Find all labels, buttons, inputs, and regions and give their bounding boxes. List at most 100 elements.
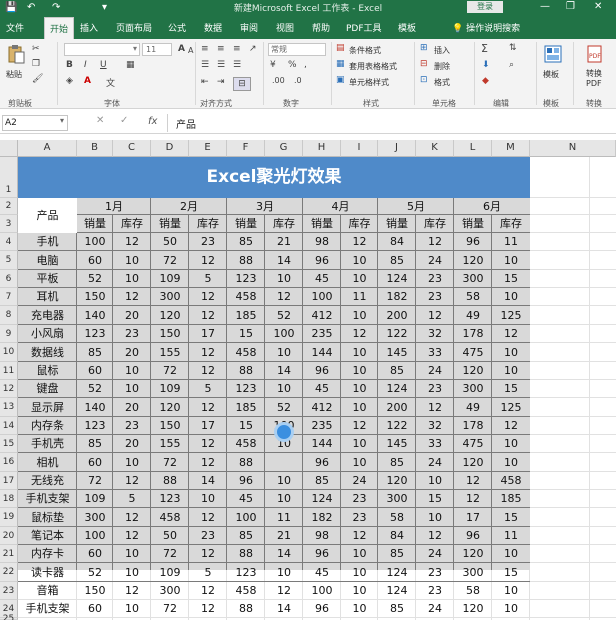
- column-header-H[interactable]: H: [303, 140, 341, 157]
- row-header-19[interactable]: 19: [0, 508, 18, 527]
- row-header-12[interactable]: 12: [0, 380, 18, 398]
- value-cell[interactable]: 10: [416, 472, 454, 490]
- value-cell[interactable]: 32: [416, 417, 454, 435]
- value-cell[interactable]: 14: [265, 545, 303, 563]
- value-cell[interactable]: 49: [454, 306, 492, 325]
- value-cell[interactable]: 85: [303, 472, 341, 490]
- value-cell[interactable]: 10: [341, 545, 378, 563]
- value-cell[interactable]: 123: [151, 490, 189, 508]
- minimize-icon[interactable]: —: [540, 0, 550, 14]
- value-cell[interactable]: 458: [227, 343, 265, 362]
- value-cell[interactable]: 120: [454, 362, 492, 380]
- row-header-13[interactable]: 13: [0, 398, 18, 417]
- value-cell[interactable]: 60: [77, 362, 113, 380]
- value-cell[interactable]: 96: [227, 472, 265, 490]
- insert-icon[interactable]: ⊞: [420, 43, 428, 53]
- value-cell[interactable]: 24: [416, 545, 454, 563]
- cut-icon[interactable]: ✂: [32, 44, 40, 54]
- align-center-icon[interactable]: ☰: [217, 60, 225, 70]
- value-cell[interactable]: 120: [454, 545, 492, 563]
- value-cell[interactable]: 58: [454, 582, 492, 600]
- value-cell[interactable]: 72: [151, 453, 189, 472]
- value-cell[interactable]: 98: [303, 527, 341, 545]
- value-cell[interactable]: 12: [416, 306, 454, 325]
- row-header-8[interactable]: 8: [0, 306, 18, 325]
- sort-filter-icon[interactable]: ⇅: [509, 43, 517, 53]
- conditional-format-button[interactable]: 条件格式: [349, 45, 381, 56]
- value-cell[interactable]: 10: [113, 380, 151, 398]
- value-cell[interactable]: 125: [492, 398, 530, 417]
- value-cell[interactable]: 145: [378, 343, 416, 362]
- month-header-cell[interactable]: 1月: [77, 198, 151, 215]
- close-icon[interactable]: ✕: [594, 0, 602, 14]
- product-name-cell[interactable]: 数据线: [18, 343, 77, 362]
- value-cell[interactable]: 15: [492, 380, 530, 398]
- value-cell[interactable]: 123: [227, 380, 265, 398]
- month-header-cell[interactable]: 3月: [227, 198, 303, 215]
- tab-1[interactable]: 开始: [44, 17, 75, 39]
- value-cell[interactable]: 5: [189, 563, 227, 582]
- value-cell[interactable]: 124: [378, 582, 416, 600]
- value-cell[interactable]: 60: [77, 545, 113, 563]
- column-header-N[interactable]: N: [530, 140, 616, 157]
- value-cell[interactable]: 10: [341, 600, 378, 618]
- value-cell[interactable]: 52: [77, 380, 113, 398]
- font-name-select[interactable]: ▾: [64, 43, 140, 56]
- value-cell[interactable]: 10: [492, 453, 530, 472]
- increase-font-icon[interactable]: A: [178, 44, 185, 54]
- product-name-cell[interactable]: 平板: [18, 270, 77, 288]
- product-name-cell[interactable]: 显示屏: [18, 398, 77, 417]
- value-cell[interactable]: 14: [265, 600, 303, 618]
- product-name-cell[interactable]: 手机支架: [18, 600, 77, 618]
- value-cell[interactable]: 182: [303, 508, 341, 527]
- number-format-select[interactable]: 常规: [268, 43, 326, 56]
- value-cell[interactable]: 100: [303, 288, 341, 306]
- currency-icon[interactable]: ¥: [270, 60, 276, 70]
- value-cell[interactable]: 458: [492, 472, 530, 490]
- increase-indent-icon[interactable]: ⇥: [217, 77, 225, 87]
- sub-header-cell[interactable]: 销量: [151, 215, 189, 233]
- sub-header-cell[interactable]: 库存: [341, 215, 378, 233]
- value-cell[interactable]: 52: [265, 398, 303, 417]
- value-cell[interactable]: 23: [416, 582, 454, 600]
- value-cell[interactable]: 24: [341, 472, 378, 490]
- row-header-21[interactable]: 21: [0, 545, 18, 563]
- value-cell[interactable]: 10: [341, 306, 378, 325]
- row-header-16[interactable]: 16: [0, 453, 18, 472]
- sub-header-cell[interactable]: 销量: [454, 215, 492, 233]
- tab-3[interactable]: 页面布局: [116, 21, 152, 34]
- value-cell[interactable]: 10: [113, 545, 151, 563]
- value-cell[interactable]: 122: [378, 417, 416, 435]
- value-cell[interactable]: 10: [341, 362, 378, 380]
- value-cell[interactable]: 14: [189, 472, 227, 490]
- value-cell[interactable]: 23: [113, 325, 151, 343]
- value-cell[interactable]: 10: [341, 563, 378, 582]
- value-cell[interactable]: 185: [492, 490, 530, 508]
- value-cell[interactable]: 52: [77, 270, 113, 288]
- value-cell[interactable]: 10: [113, 600, 151, 618]
- column-header-F[interactable]: F: [227, 140, 265, 157]
- value-cell[interactable]: 72: [151, 362, 189, 380]
- value-cell[interactable]: 12: [113, 582, 151, 600]
- product-name-cell[interactable]: 鼠标: [18, 362, 77, 380]
- value-cell[interactable]: 150: [77, 288, 113, 306]
- bold-button[interactable]: B: [66, 60, 73, 70]
- value-cell[interactable]: 85: [227, 233, 265, 251]
- format-painter-icon[interactable]: 🖌: [32, 74, 43, 84]
- column-header-D[interactable]: D: [151, 140, 189, 157]
- value-cell[interactable]: 85: [227, 527, 265, 545]
- value-cell[interactable]: 12: [113, 288, 151, 306]
- delete-icon[interactable]: ⊟: [420, 59, 428, 69]
- product-name-cell[interactable]: 小风扇: [18, 325, 77, 343]
- value-cell[interactable]: 120: [151, 306, 189, 325]
- value-cell[interactable]: 12: [454, 472, 492, 490]
- value-cell[interactable]: 12: [492, 417, 530, 435]
- column-header-L[interactable]: L: [454, 140, 492, 157]
- value-cell[interactable]: 45: [303, 563, 341, 582]
- value-cell[interactable]: 85: [378, 251, 416, 270]
- align-right-icon[interactable]: ☰: [233, 60, 241, 70]
- row-header-23[interactable]: 23: [0, 582, 18, 600]
- value-cell[interactable]: 23: [189, 527, 227, 545]
- value-cell[interactable]: 52: [77, 563, 113, 582]
- value-cell[interactable]: 10: [416, 508, 454, 527]
